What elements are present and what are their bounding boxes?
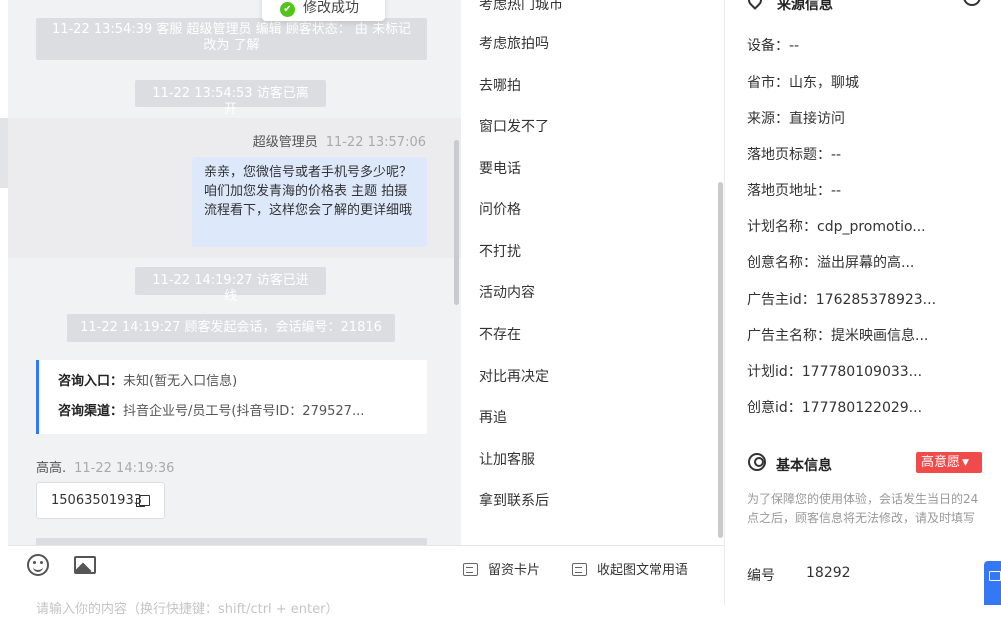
quick-reply-item[interactable]: 窗口发不了 — [479, 116, 549, 136]
field-plan-name: 计划名称：cdp_promotio... — [747, 219, 926, 235]
field-source: 来源：直接访问 — [747, 111, 845, 127]
quick-reply-item[interactable]: 考虑旅拍吗 — [479, 33, 549, 53]
consultation-info-card: 咨询入口：未知(暂无入口信息) 咨询渠道：抖音企业号/员工号(抖音号ID：279… — [36, 360, 427, 434]
quick-reply-item[interactable]: 问价格 — [479, 199, 521, 219]
id-value: 18292 — [806, 565, 851, 581]
caret-down-icon: ▼ — [962, 458, 969, 468]
system-message-session-start: 11-22 14:19:27 顾客发起会话，会话编号：21816 — [67, 314, 395, 342]
entry-value: 未知(暂无入口信息) — [123, 374, 238, 389]
toast-text: 修改成功 — [303, 0, 359, 16]
quick-reply-item[interactable]: 让加客服 — [479, 449, 535, 469]
collapse-phrases-button[interactable]: 收起图文常用语 — [572, 559, 688, 578]
quick-reply-list: 考虑热门城市 考虑旅拍吗 去哪拍 窗口发不了 要电话 问价格 不打扰 活动内容 … — [461, 0, 724, 545]
floating-action-button[interactable] — [984, 561, 1001, 605]
basic-info-title: 基本信息 — [776, 458, 832, 474]
emoji-icon[interactable] — [27, 554, 49, 576]
info-edit-notice: 为了保障您的使用体验，会话发生当日的24点之后，顾客信息将无法修改，请及时填写 — [747, 492, 979, 525]
channel-label: 咨询渠道： — [58, 404, 124, 419]
quick-reply-item[interactable]: 考虑热门城市 — [479, 0, 563, 14]
field-device: 设备：-- — [747, 38, 800, 54]
field-advertiser-id: 广告主id：176285378923... — [747, 292, 937, 308]
visitor-message-time: 11-22 14:19:36 — [74, 461, 175, 476]
agent-message-time: 11-22 13:57:06 — [325, 135, 426, 150]
shield-icon[interactable] — [963, 0, 981, 6]
system-message-status-change: 11-22 13:54:39 客服 超级管理员 编辑 顾客状态： 由 未标记 改… — [36, 18, 427, 60]
location-pin-icon — [745, 0, 765, 10]
collapse-phrases-label: 收起图文常用语 — [597, 563, 689, 578]
phrases-icon — [572, 563, 587, 576]
chat-scrollbar[interactable] — [454, 140, 459, 305]
quick-reply-item[interactable]: 再追 — [479, 407, 507, 427]
intent-level-label: 高意愿 — [921, 455, 961, 470]
image-icon[interactable] — [74, 556, 96, 574]
field-landing-title: 落地页标题：-- — [747, 147, 842, 163]
field-plan-id: 计划id：177780109033... — [747, 364, 923, 380]
system-message-visitor-left: 11-22 13:54:53 访客已离开 — [135, 80, 326, 117]
card-icon — [463, 563, 478, 576]
next-message-partial — [36, 538, 427, 545]
visitor-message-meta: 高高. 11-22 14:19:36 — [36, 457, 174, 476]
quick-reply-item[interactable]: 对比再决定 — [479, 366, 549, 386]
message-input-placeholder[interactable]: 请输入你的内容（换行快捷键：shift/ctrl + enter） — [36, 598, 339, 617]
source-info-title: 来源信息 — [777, 0, 833, 13]
quick-reply-item[interactable]: 活动内容 — [479, 282, 535, 302]
entry-label: 咨询入口： — [58, 374, 124, 389]
user-circle-icon — [748, 453, 766, 471]
field-creative-name: 创意名称：溢出屏幕的高... — [747, 255, 915, 271]
success-toast: ✔ 修改成功 — [262, 0, 385, 21]
id-label: 编号 — [747, 568, 775, 584]
agent-name: 超级管理员 — [252, 135, 318, 150]
lead-card-label: 留资卡片 — [488, 563, 541, 578]
visitor-message-text: 15063501933 — [51, 493, 142, 508]
channel-value: 抖音企业号/员工号(抖音号ID：279527... — [123, 404, 365, 419]
system-message-visitor-joined: 11-22 14:19:27 访客已进线 — [135, 267, 326, 304]
field-advertiser-name: 广告主名称：提米映画信息... — [747, 328, 929, 344]
lead-card-button[interactable]: 留资卡片 — [463, 559, 540, 578]
chat-panel: 11-22 13:54:39 客服 超级管理员 编辑 顾客状态： 由 未标记 改… — [8, 0, 461, 545]
quick-reply-item[interactable]: 要电话 — [479, 158, 521, 178]
copy-icon[interactable] — [136, 495, 150, 507]
quick-reply-item[interactable]: 不打扰 — [479, 241, 521, 261]
visitor-message-bubble: 15063501933 — [36, 482, 165, 519]
agent-message-meta: 超级管理员 11-22 13:57:06 — [253, 131, 426, 150]
agent-message-bubble: 亲亲，您微信号或者手机号多少呢？咱们加您发青海的价格表 主题 拍摄流程看下，这样… — [192, 157, 427, 247]
field-province-city: 省市：山东，聊城 — [747, 75, 859, 91]
check-circle-icon: ✔ — [280, 2, 295, 17]
quick-reply-item[interactable]: 去哪拍 — [479, 75, 521, 95]
quick-reply-item[interactable]: 不存在 — [479, 324, 521, 344]
intent-level-dropdown[interactable]: 高意愿 ▼ — [916, 452, 982, 473]
visitor-name: 高高. — [36, 461, 67, 476]
quick-reply-item[interactable]: 拿到联系后 — [479, 490, 549, 510]
quick-reply-scrollbar[interactable] — [718, 182, 723, 538]
field-creative-id: 创意id：177780122029... — [747, 400, 923, 416]
left-edge-strip — [0, 118, 8, 188]
field-landing-url: 落地页地址：-- — [747, 183, 842, 199]
